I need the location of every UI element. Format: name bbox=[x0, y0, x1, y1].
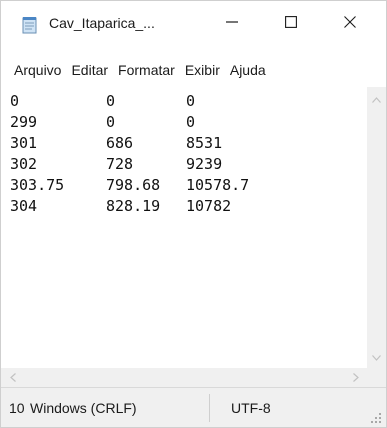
text-cell: 828.19 bbox=[106, 197, 161, 215]
notepad-window: Cav_Itaparica_... Arquivo Editar Formata… bbox=[0, 0, 387, 428]
text-cell: 0 bbox=[186, 92, 196, 110]
menu-bar: Arquivo Editar Formatar Exibir Ajuda bbox=[1, 59, 386, 81]
maximize-icon bbox=[285, 15, 297, 33]
text-cell: 728 bbox=[106, 155, 134, 173]
status-position: 10 bbox=[9, 400, 25, 416]
scrollbar-corner bbox=[367, 368, 386, 387]
text-cell: 10578.7 bbox=[186, 176, 250, 194]
menu-exibir[interactable]: Exibir bbox=[181, 62, 224, 78]
menu-arquivo[interactable]: Arquivo bbox=[10, 62, 65, 78]
maximize-button[interactable] bbox=[268, 1, 314, 47]
title-bar[interactable]: Cav_Itaparica_... bbox=[1, 1, 386, 47]
text-line: 301 686 8531 bbox=[10, 133, 367, 154]
text-cell: 9239 bbox=[186, 155, 223, 173]
text-cell: 0 bbox=[106, 113, 116, 131]
text-cell: 304 bbox=[10, 197, 38, 215]
scroll-right-button[interactable] bbox=[346, 368, 365, 387]
notepad-icon bbox=[21, 16, 39, 34]
menu-ajuda[interactable]: Ajuda bbox=[226, 62, 270, 78]
text-cell: 299 bbox=[10, 113, 38, 131]
status-divider bbox=[209, 394, 210, 422]
chevron-left-icon bbox=[9, 369, 16, 387]
text-cell: 8531 bbox=[186, 134, 223, 152]
horizontal-scrollbar[interactable] bbox=[1, 368, 367, 387]
chevron-down-icon bbox=[372, 348, 381, 366]
close-icon bbox=[344, 15, 356, 33]
status-bar: 10 Windows (CRLF) UTF-8 bbox=[1, 387, 386, 427]
text-line: 302 728 9239 bbox=[10, 154, 367, 175]
text-cell: 0 bbox=[106, 92, 116, 110]
close-button[interactable] bbox=[327, 1, 373, 47]
minimize-icon bbox=[226, 15, 238, 33]
text-line: 303.75 798.68 10578.7 bbox=[10, 175, 367, 196]
text-cell: 0 bbox=[10, 92, 20, 110]
scroll-left-button[interactable] bbox=[3, 368, 22, 387]
text-line: 0 0 0 bbox=[10, 91, 367, 112]
text-editor[interactable]: 0 0 0 299 0 0 301 686 8531 302 728 9239 … bbox=[1, 87, 367, 368]
minimize-button[interactable] bbox=[209, 1, 255, 47]
text-cell: 10782 bbox=[186, 197, 232, 215]
text-cell: 301 bbox=[10, 134, 38, 152]
text-cell: 798.68 bbox=[106, 176, 161, 194]
menu-editar[interactable]: Editar bbox=[67, 62, 112, 78]
text-cell: 302 bbox=[10, 155, 38, 173]
status-encoding: UTF-8 bbox=[231, 400, 271, 416]
resize-grip-icon[interactable] bbox=[370, 411, 382, 423]
chevron-right-icon bbox=[352, 369, 359, 387]
chevron-up-icon bbox=[372, 90, 381, 108]
vertical-scrollbar[interactable] bbox=[367, 87, 386, 368]
text-line: 299 0 0 bbox=[10, 112, 367, 133]
text-line: 304 828.19 10782 bbox=[10, 196, 367, 217]
menu-formatar[interactable]: Formatar bbox=[114, 62, 179, 78]
window-title: Cav_Itaparica_... bbox=[49, 15, 155, 31]
scroll-down-button[interactable] bbox=[367, 347, 386, 366]
text-cell: 0 bbox=[186, 113, 196, 131]
status-line-ending: Windows (CRLF) bbox=[30, 400, 137, 416]
scroll-up-button[interactable] bbox=[367, 89, 386, 108]
text-cell: 686 bbox=[106, 134, 134, 152]
text-cell: 303.75 bbox=[10, 176, 65, 194]
